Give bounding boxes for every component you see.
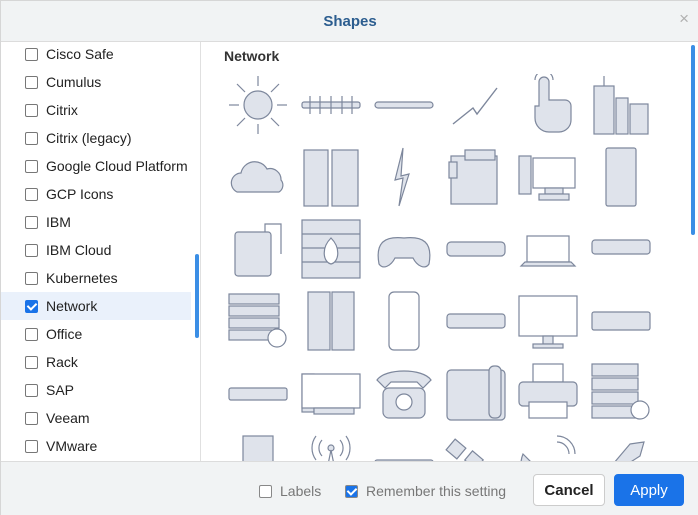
- phone-icon[interactable]: [373, 362, 435, 424]
- library-item-ibm[interactable]: IBM: [1, 208, 191, 236]
- library-item-label: Citrix: [46, 102, 78, 118]
- bus-icon[interactable]: [227, 74, 289, 136]
- nas-icon[interactable]: [373, 434, 435, 461]
- remember-setting-option[interactable]: Remember this setting: [345, 483, 506, 499]
- dialog-footer: Labels Remember this setting Cancel Appl…: [1, 461, 698, 515]
- library-item-label: VMware: [46, 438, 98, 454]
- shape-palette: Network: [204, 42, 698, 461]
- uplink-icon[interactable]: [590, 434, 652, 461]
- desktop-pc-icon[interactable]: [300, 362, 362, 424]
- satellite-icon[interactable]: [445, 434, 507, 461]
- checkbox[interactable]: [25, 215, 38, 229]
- library-item-kubernetes[interactable]: Kubernetes: [1, 264, 191, 292]
- library-list: Cisco Safe Cumulus Citrix Citrix (legacy…: [1, 42, 201, 461]
- checkbox[interactable]: [25, 243, 38, 257]
- gamepad-icon[interactable]: [373, 218, 435, 280]
- checkbox[interactable]: [25, 103, 38, 117]
- comm-link-icon[interactable]: [300, 74, 362, 136]
- touch-icon[interactable]: [517, 70, 579, 136]
- checkbox[interactable]: [25, 131, 38, 145]
- dialog-title: Shapes: [323, 13, 377, 30]
- library-item-label: Kubernetes: [46, 270, 118, 286]
- modem-icon[interactable]: [445, 218, 507, 280]
- hub-icon[interactable]: [227, 362, 289, 424]
- library-item-cumulus[interactable]: Cumulus: [1, 68, 191, 96]
- copier-icon[interactable]: [445, 146, 507, 208]
- labels-option-label: Labels: [280, 483, 322, 499]
- server-rack-icon[interactable]: [300, 290, 362, 352]
- external-drive-icon[interactable]: [227, 218, 289, 280]
- checkbox[interactable]: [25, 411, 38, 425]
- storage-icon[interactable]: [227, 290, 289, 352]
- satellite-dish-icon[interactable]: [517, 434, 579, 461]
- library-item-label: Cisco Safe: [46, 46, 114, 62]
- tower-server-icon[interactable]: [227, 434, 289, 461]
- section-title: Network: [224, 48, 280, 64]
- workstation-icon[interactable]: [517, 146, 579, 208]
- mobile-icon[interactable]: [373, 290, 435, 352]
- checkbox[interactable]: [25, 327, 38, 341]
- mail-server-icon[interactable]: [590, 362, 652, 424]
- lightning-link-icon[interactable]: [445, 74, 507, 136]
- close-icon[interactable]: ×: [679, 9, 689, 29]
- cancel-button[interactable]: Cancel: [533, 474, 605, 506]
- city-icon[interactable]: [590, 74, 652, 136]
- palette-scrollbar[interactable]: [691, 45, 695, 235]
- library-item-office[interactable]: Office: [1, 320, 191, 348]
- library-item-label: Citrix (legacy): [46, 130, 132, 146]
- checkbox[interactable]: [25, 355, 38, 369]
- library-item-label: Rack: [46, 354, 78, 370]
- router-icon[interactable]: [445, 290, 507, 352]
- sidebar-scrollbar[interactable]: [195, 254, 199, 338]
- buildings-icon[interactable]: [300, 146, 362, 208]
- checkbox[interactable]: [25, 439, 38, 453]
- apply-button[interactable]: Apply: [614, 474, 684, 506]
- library-item-rack[interactable]: Rack: [1, 348, 191, 376]
- switch-icon[interactable]: [590, 218, 652, 280]
- library-item-network[interactable]: Network: [1, 292, 191, 320]
- checkbox[interactable]: [25, 47, 38, 61]
- cable-icon[interactable]: [373, 74, 435, 136]
- library-item-gcp-icons[interactable]: GCP Icons: [1, 180, 191, 208]
- ip-phone-icon[interactable]: [445, 362, 507, 424]
- lightning-bolt-icon[interactable]: [373, 146, 435, 208]
- checkbox[interactable]: [25, 159, 38, 173]
- library-item-label: Veeam: [46, 410, 90, 426]
- server-tower-icon[interactable]: [590, 146, 652, 208]
- library-item-google-cloud-platform[interactable]: Google Cloud Platform: [1, 152, 191, 180]
- checkbox[interactable]: [25, 75, 38, 89]
- library-item-citrix-legacy[interactable]: Citrix (legacy): [1, 124, 191, 152]
- library-item-veeam[interactable]: Veeam: [1, 404, 191, 432]
- library-item-label: Office: [46, 326, 83, 342]
- dialog-titlebar: Shapes ×: [1, 1, 698, 42]
- library-item-label: GCP Icons: [46, 186, 114, 202]
- monitor-icon[interactable]: [517, 290, 579, 352]
- library-item-label: SAP: [46, 382, 75, 398]
- checkbox[interactable]: [25, 383, 38, 397]
- library-item-citrix[interactable]: Citrix: [1, 96, 191, 124]
- remember-setting-checkbox[interactable]: [345, 484, 358, 498]
- library-item-sap[interactable]: SAP: [1, 376, 191, 404]
- library-item-label: IBM: [46, 214, 71, 230]
- library-item-label: Network: [46, 298, 98, 314]
- library-item-label: IBM Cloud: [46, 242, 112, 258]
- firewall-icon[interactable]: [300, 218, 362, 280]
- library-item-vmware[interactable]: VMware: [1, 432, 191, 460]
- shapes-dialog: Shapes × Cisco Safe Cumulus Citrix Citri…: [0, 0, 698, 515]
- labels-checkbox[interactable]: [259, 484, 272, 498]
- checkbox[interactable]: [25, 187, 38, 201]
- radio-tower-icon[interactable]: [300, 434, 362, 461]
- library-item-ibm-cloud[interactable]: IBM Cloud: [1, 236, 191, 264]
- cloud-icon[interactable]: [227, 146, 289, 208]
- rack-server-icon[interactable]: [590, 290, 652, 352]
- checkbox[interactable]: [25, 271, 38, 285]
- library-item-cisco-safe[interactable]: Cisco Safe: [1, 42, 191, 68]
- library-item-label: Cumulus: [46, 74, 102, 90]
- library-item-label: Google Cloud Platform: [46, 158, 188, 174]
- checkbox-checked[interactable]: [25, 299, 38, 313]
- laptop-icon[interactable]: [517, 218, 579, 280]
- labels-option[interactable]: Labels: [259, 483, 321, 499]
- remember-setting-label: Remember this setting: [366, 483, 507, 499]
- printer-icon[interactable]: [517, 362, 579, 424]
